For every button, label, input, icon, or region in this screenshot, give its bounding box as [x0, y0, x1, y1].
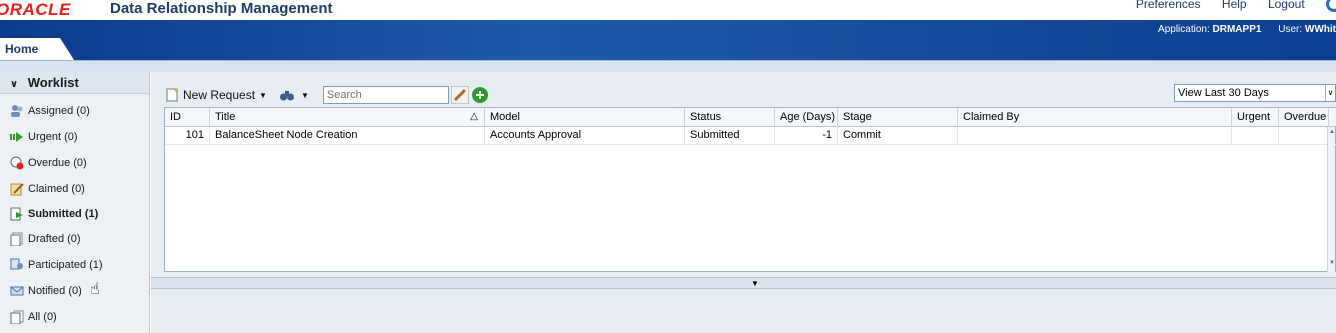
tab-home[interactable]: Home: [0, 38, 74, 60]
col-id[interactable]: ID: [165, 108, 210, 127]
logout-link[interactable]: Logout: [1268, 0, 1305, 11]
participated-icon: [10, 258, 23, 270]
search-input[interactable]: [322, 86, 449, 104]
worklist-item-participated[interactable]: Participated (1): [10, 255, 103, 275]
collapse-arrow-icon[interactable]: ▼: [751, 279, 759, 288]
vertical-scrollbar[interactable]: ▲ ▼: [1327, 127, 1335, 272]
col-status[interactable]: Status: [685, 108, 775, 127]
cell-id: 101: [165, 127, 210, 145]
nav-bar: Home Application: DRMAPP1 User: WWhit: [0, 20, 1336, 60]
user-value: WWhit: [1304, 24, 1336, 35]
chevron-down-icon[interactable]: ∨: [10, 79, 18, 90]
col-stage[interactable]: Stage: [838, 108, 958, 127]
new-document-icon: [166, 88, 178, 102]
oracle-logo: ORACLE: [0, 0, 71, 19]
hand-cursor-icon: ☝: [90, 281, 100, 298]
worklist-item-drafted[interactable]: Drafted (0): [10, 229, 81, 249]
help-link[interactable]: Help: [1222, 0, 1247, 11]
scroll-up-icon[interactable]: ▲: [1328, 129, 1336, 139]
assigned-icon: [11, 105, 23, 117]
clear-search-icon[interactable]: [450, 86, 469, 104]
user-label: User:: [1278, 24, 1303, 35]
find-button[interactable]: ▼: [279, 87, 309, 103]
worklist-header[interactable]: ∨ Worklist: [0, 72, 149, 94]
requests-table: ID Title △ Model Status Age (Days) Stage…: [164, 107, 1336, 272]
toolbar: New Request ▼ ▼: [165, 84, 489, 106]
app-title: Data Relationship Management: [110, 0, 333, 17]
worklist-item-urgent[interactable]: Urgent (0): [10, 127, 78, 147]
col-model[interactable]: Model: [485, 108, 685, 127]
col-age[interactable]: Age (Days): [775, 108, 838, 127]
worklist-item-claimed[interactable]: Claimed (0): [10, 179, 85, 199]
cell-status: Submitted: [685, 127, 775, 145]
urgent-icon: [10, 132, 23, 142]
application-value: DRMAPP1: [1212, 24, 1262, 35]
view-filter-value: View Last 30 Days: [1178, 87, 1269, 99]
worklist-item-submitted[interactable]: Submitted (1): [10, 204, 98, 224]
view-filter-select[interactable]: View Last 30 Days ∨: [1174, 84, 1336, 102]
table-row[interactable]: 101 BalanceSheet Node Creation Accounts …: [165, 127, 1336, 145]
sub-bar: [0, 60, 1336, 72]
worklist-title: Worklist: [27, 75, 79, 90]
worklist-panel: ∨ Worklist Assigned (0) Urgent (0) Overd…: [0, 72, 150, 333]
top-links: Preferences Help Logout: [1136, 0, 1336, 12]
chevron-down-icon[interactable]: ∨: [1325, 85, 1335, 101]
col-claimed-by[interactable]: Claimed By: [958, 108, 1232, 127]
binoculars-icon: [279, 91, 294, 101]
worklist-item-notified[interactable]: Notified (0): [10, 281, 82, 301]
cell-title: BalanceSheet Node Creation: [210, 127, 485, 145]
col-urgent[interactable]: Urgent: [1232, 108, 1279, 127]
cell-overdue: [1279, 127, 1329, 145]
top-header: ORACLE Data Relationship Management Pref…: [0, 0, 1336, 20]
notified-icon: [10, 286, 24, 296]
drafted-icon: [10, 232, 23, 246]
worklist-item-assigned[interactable]: Assigned (0): [10, 101, 90, 121]
submitted-icon: [10, 207, 23, 221]
overdue-icon: [10, 156, 24, 170]
dropdown-caret-icon: ▼: [259, 90, 267, 100]
sort-ascending-icon: △: [470, 111, 478, 122]
worklist-item-overdue[interactable]: Overdue (0): [10, 153, 87, 173]
main-panel: New Request ▼ ▼ View Last 30 Days ∨ ID T…: [151, 72, 1336, 333]
application-label: Application:: [1158, 24, 1210, 35]
worklist-item-all[interactable]: All (0): [10, 307, 57, 327]
cell-urgent: [1232, 127, 1279, 145]
new-request-button[interactable]: New Request ▼: [165, 87, 267, 103]
cell-claimed-by: [958, 127, 1232, 145]
go-search-icon[interactable]: [471, 86, 489, 104]
app-info: Application: DRMAPP1 User: WWhit: [1158, 24, 1336, 35]
cell-stage: Commit: [838, 127, 958, 145]
col-title[interactable]: Title △: [210, 108, 485, 127]
cell-age: -1: [775, 127, 838, 145]
cell-model: Accounts Approval: [485, 127, 685, 145]
detail-panel: [151, 290, 1336, 333]
panel-splitter[interactable]: ▼: [151, 277, 1336, 289]
claimed-icon: [10, 183, 24, 196]
all-icon: [10, 310, 24, 324]
dropdown-caret-icon: ▼: [300, 90, 309, 100]
oracle-swirl-icon: [1326, 0, 1336, 12]
col-overdue[interactable]: Overdue: [1279, 108, 1329, 127]
preferences-link[interactable]: Preferences: [1136, 0, 1201, 11]
scroll-down-icon[interactable]: ▼: [1328, 260, 1336, 270]
table-header: ID Title △ Model Status Age (Days) Stage…: [165, 108, 1336, 127]
